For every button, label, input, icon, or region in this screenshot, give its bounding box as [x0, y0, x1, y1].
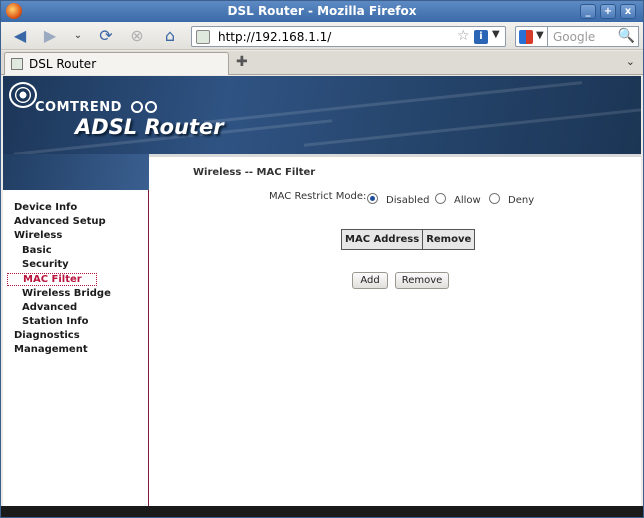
- site-identity-icon[interactable]: [196, 30, 210, 44]
- comtrend-logo-icon: [9, 82, 37, 108]
- mode-disabled-label: Disabled: [386, 195, 430, 206]
- url-dropdown-icon[interactable]: ▼: [492, 29, 500, 40]
- title-bar: DSL Router - Mozilla Firefox _ + x: [1, 1, 643, 22]
- search-engine-selector[interactable]: ▼: [515, 26, 547, 47]
- column-header-mac-address: MAC Address: [340, 229, 424, 250]
- table-header-row: MAC Address Remove: [340, 229, 476, 250]
- sidebar-item-wireless-bridge[interactable]: Wireless Bridge: [22, 288, 111, 299]
- reload-icon[interactable]: ⟳: [95, 26, 117, 46]
- sidebar-item-device-info[interactable]: Device Info: [14, 202, 77, 213]
- status-bar: [1, 506, 643, 517]
- column-header-remove: Remove: [422, 229, 476, 250]
- tab-list-dropdown-icon[interactable]: ⌄: [626, 55, 635, 68]
- sidebar-item-diagnostics[interactable]: Diagnostics: [14, 330, 80, 341]
- mac-filter-table: MAC Address Remove: [340, 229, 476, 250]
- url-text[interactable]: http://192.168.1.1/: [218, 30, 331, 44]
- mode-deny-label: Deny: [508, 195, 535, 206]
- window-title: DSL Router - Mozilla Firefox: [227, 4, 417, 18]
- sidebar-header: [3, 154, 149, 190]
- tab-bar: DSL Router ✚ ⌄: [1, 51, 643, 75]
- new-tab-icon[interactable]: ✚: [236, 54, 248, 70]
- add-button[interactable]: Add: [352, 272, 388, 289]
- brand-name: COMTREND: [35, 100, 122, 115]
- chevron-down-icon: ▼: [536, 30, 544, 41]
- product-name: ADSL Router: [75, 115, 224, 139]
- search-placeholder: Google: [553, 30, 596, 44]
- search-input[interactable]: Google 🔍: [547, 26, 639, 47]
- sidebar-nav: Device Info Advanced Setup Wireless Basi…: [3, 190, 149, 506]
- page-content: COMTREND ADSL Router Device Info Advance…: [3, 76, 641, 506]
- page-favicon-icon: [11, 58, 23, 70]
- mode-disabled-radio[interactable]: [367, 193, 378, 204]
- history-dropdown-icon[interactable]: ⌄: [67, 26, 89, 46]
- router-banner: COMTREND ADSL Router: [3, 76, 641, 154]
- home-icon[interactable]: ⌂: [159, 26, 181, 46]
- stop-icon[interactable]: ⊗: [126, 26, 148, 46]
- tab-dsl-router[interactable]: DSL Router: [4, 52, 229, 75]
- tab-label: DSL Router: [29, 57, 97, 71]
- maximize-button[interactable]: +: [600, 4, 616, 19]
- search-icon[interactable]: 🔍: [618, 28, 635, 44]
- search-engine-icon: [519, 30, 533, 44]
- sidebar-item-management[interactable]: Management: [14, 344, 88, 355]
- browser-window: DSL Router - Mozilla Firefox _ + x ◀ ▶ ⌄…: [0, 0, 644, 518]
- remove-button[interactable]: Remove: [395, 272, 449, 289]
- mode-allow-radio[interactable]: [435, 193, 446, 204]
- sidebar-item-advanced-setup[interactable]: Advanced Setup: [14, 216, 106, 227]
- mode-deny-radio[interactable]: [489, 193, 500, 204]
- page-title: Wireless -- MAC Filter: [193, 167, 316, 178]
- sidebar-item-security[interactable]: Security: [22, 259, 69, 270]
- mode-allow-label: Allow: [454, 195, 481, 206]
- navigation-toolbar: ◀ ▶ ⌄ ⟳ ⊗ ⌂ http://192.168.1.1/ ☆ i ▼ ▼ …: [1, 22, 643, 50]
- bookmark-star-icon[interactable]: ☆: [457, 28, 470, 44]
- close-button[interactable]: x: [620, 4, 636, 19]
- sidebar-item-station-info[interactable]: Station Info: [22, 316, 88, 327]
- forward-icon[interactable]: ▶: [39, 26, 61, 46]
- sidebar-item-mac-filter[interactable]: MAC Filter: [7, 273, 97, 286]
- minimize-button[interactable]: _: [580, 4, 596, 19]
- sidebar-item-basic[interactable]: Basic: [22, 245, 52, 256]
- sidebar-item-wireless[interactable]: Wireless: [14, 230, 62, 241]
- url-bar[interactable]: http://192.168.1.1/ ☆ i ▼: [191, 26, 506, 47]
- info-icon[interactable]: i: [474, 30, 488, 44]
- main-panel: Wireless -- MAC Filter MAC Restrict Mode…: [149, 154, 641, 506]
- sidebar-item-advanced[interactable]: Advanced: [22, 302, 77, 313]
- back-icon[interactable]: ◀: [9, 26, 31, 46]
- mac-restrict-mode-label: MAC Restrict Mode:: [269, 191, 367, 202]
